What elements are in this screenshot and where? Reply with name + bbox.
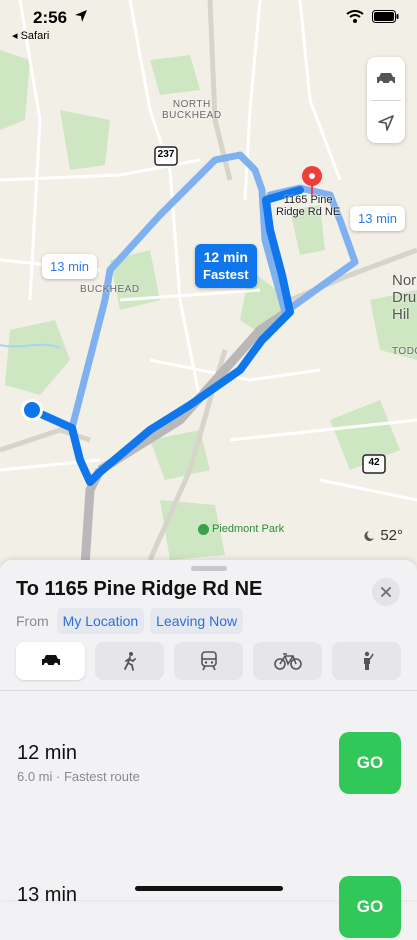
origin-row: From My Location Leaving Now [16, 608, 244, 634]
location-arrow-icon [75, 10, 87, 22]
map-controls [367, 57, 405, 143]
fastest-time: 12 min [203, 249, 248, 265]
label-todo: TODO [392, 346, 417, 357]
car-icon [41, 655, 60, 668]
location-arrow-icon [378, 114, 394, 131]
mode-walk[interactable] [95, 642, 164, 680]
destination-label[interactable]: 1165 Pine Ridge Rd NE [276, 194, 340, 218]
home-indicator[interactable] [135, 886, 283, 891]
transit-icon [200, 651, 217, 671]
route-chip-fastest[interactable]: 12 min Fastest [195, 244, 257, 288]
destination-title: To 1165 Pine Ridge Rd NE [16, 578, 263, 600]
fastest-tag: Fastest [203, 267, 249, 282]
rideshare-icon [363, 651, 374, 670]
label-buckhead: BUCKHEAD [80, 284, 140, 295]
route-detail: 6.0 mi · Fastest route [17, 769, 140, 784]
route-option-1[interactable]: 12 min 6.0 mi · Fastest route GO [0, 710, 417, 800]
route-time: 13 min [17, 884, 78, 906]
battery-icon [372, 10, 399, 23]
mode-transit[interactable] [174, 642, 243, 680]
close-icon [381, 587, 391, 597]
origin-button[interactable]: My Location [56, 608, 145, 634]
status-time: 2:56 [33, 8, 68, 27]
highway-shield-42: 42 [368, 457, 380, 468]
go-button[interactable]: GO [339, 732, 401, 794]
sheet-grabber[interactable] [191, 566, 227, 571]
close-button[interactable] [372, 578, 400, 606]
departure-time-button[interactable]: Leaving Now [150, 608, 244, 634]
label-piedmont-park: Piedmont Park [198, 523, 284, 535]
highway-shield-237: 237 [157, 149, 175, 160]
locate-me-button[interactable] [367, 101, 405, 144]
mode-bike[interactable] [253, 642, 322, 680]
back-to-safari[interactable]: ◂ Safari [12, 29, 49, 42]
weather-indicator: 52° [360, 527, 403, 544]
transport-modes [16, 642, 401, 680]
directions-sheet: To 1165 Pine Ridge Rd NE From My Locatio… [0, 560, 417, 938]
go-button[interactable]: GO [339, 876, 401, 938]
park-icon [198, 523, 209, 535]
label-north-buckhead: NORTH BUCKHEAD [162, 99, 222, 121]
car-icon [377, 72, 395, 85]
status-bar: 2:56 ◂ Safari [0, 0, 417, 46]
route-time: 12 min [17, 742, 78, 764]
route-chip-right[interactable]: 13 min [350, 206, 406, 231]
walk-icon [123, 652, 136, 671]
sheet-divider [0, 690, 417, 691]
bike-icon [273, 653, 302, 670]
from-label: From [16, 613, 49, 629]
moon-cloud-icon [364, 530, 375, 541]
route-chip-left[interactable]: 13 min [42, 254, 98, 279]
route-option-2[interactable]: 13 min GO [0, 850, 417, 940]
map-mode-button[interactable] [367, 57, 405, 100]
mode-rideshare[interactable] [332, 642, 401, 680]
wifi-icon [346, 10, 364, 23]
label-north-druid-hills: Nor Dru Hil [392, 272, 417, 323]
mode-drive[interactable] [16, 642, 85, 680]
temperature: 52° [380, 527, 403, 544]
